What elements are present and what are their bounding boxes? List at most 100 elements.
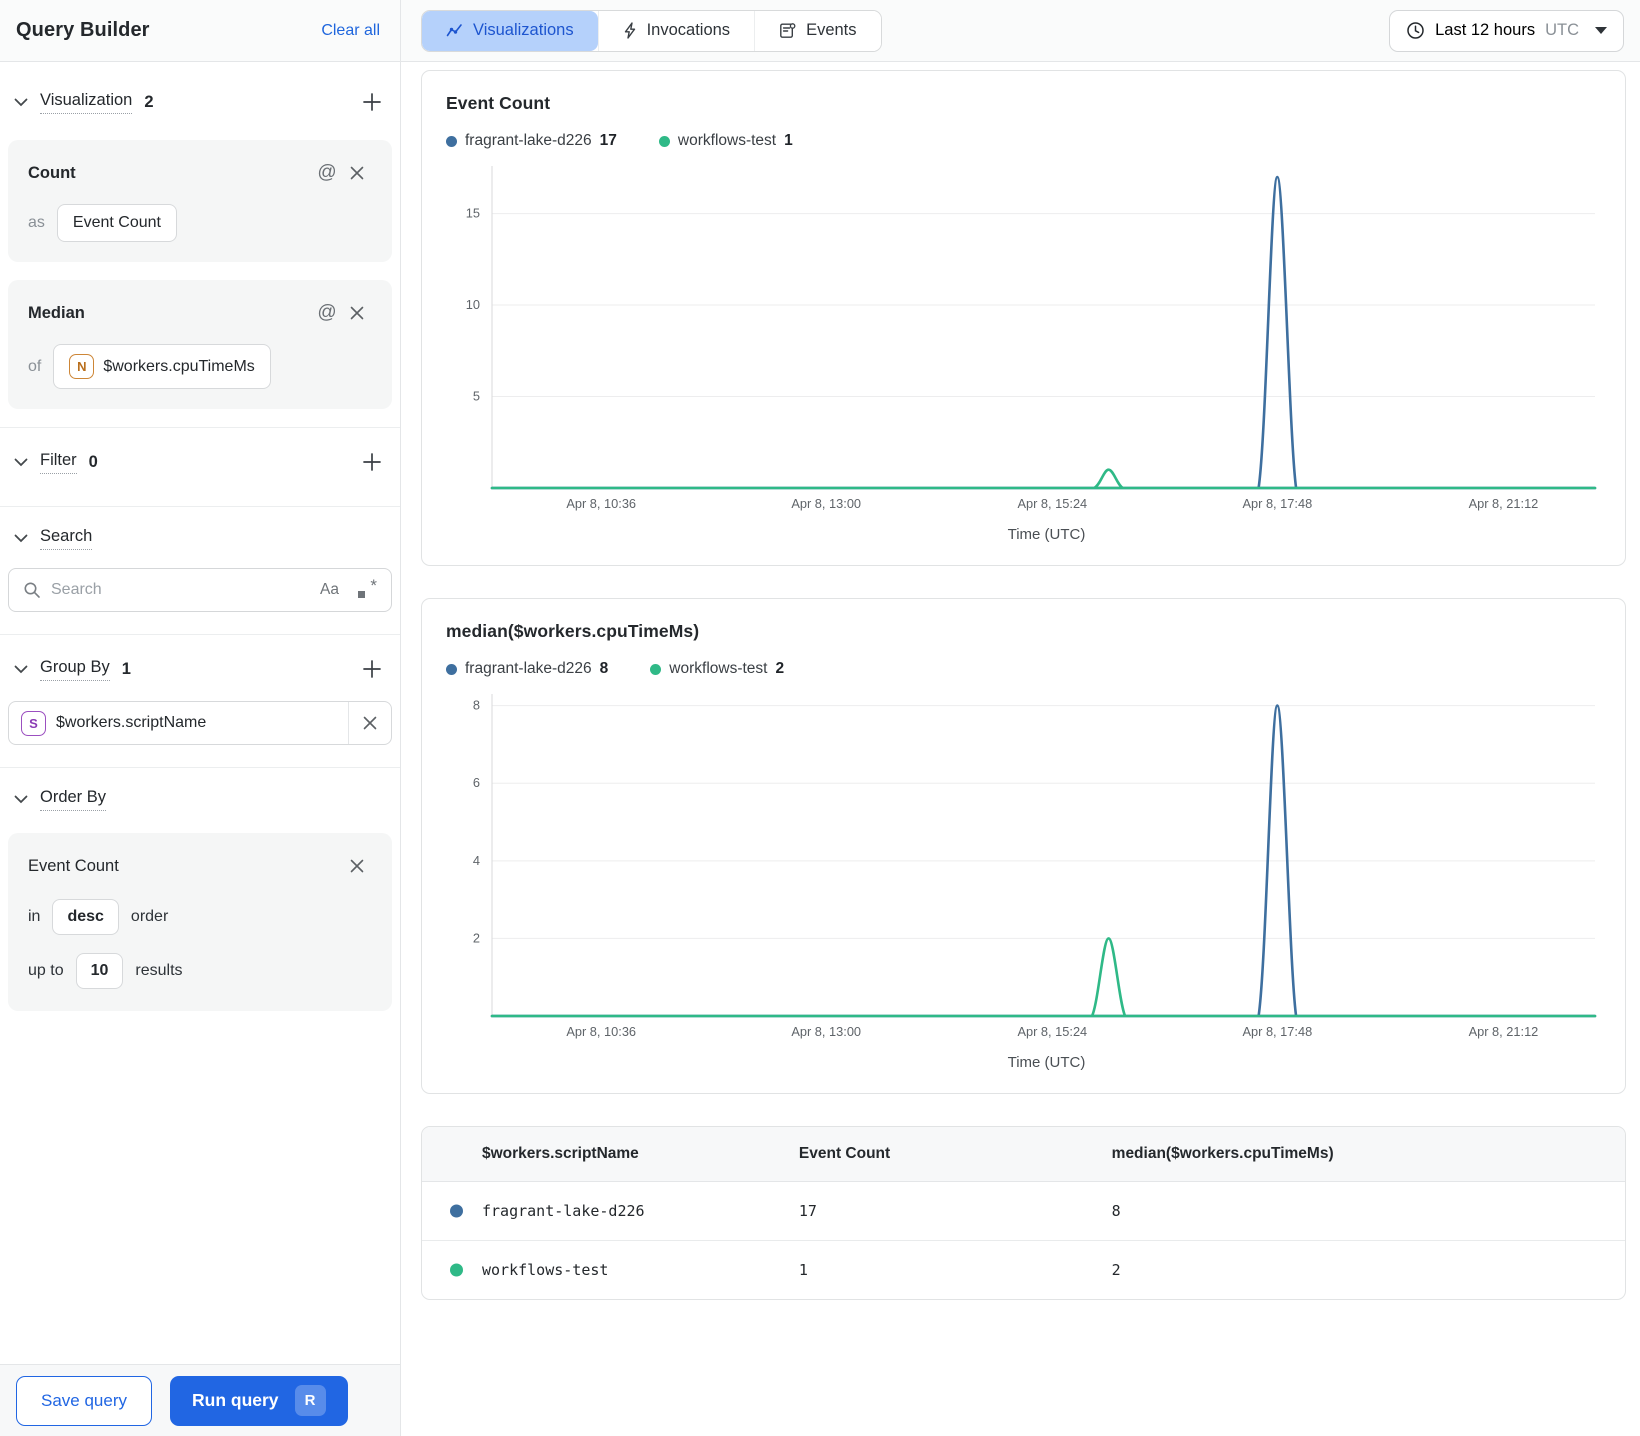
close-icon <box>350 859 364 873</box>
numeric-field-icon: N <box>69 354 95 379</box>
event-count-cell: 1 <box>798 1261 808 1279</box>
median-cputime-plot[interactable]: 2 4 6 8 Apr 8, 10:36 Apr 8, 13:00 Apr 8, 15:24… <box>446 686 1601 1044</box>
chevron-down-icon[interactable] <box>14 795 28 804</box>
save-query-button[interactable]: Save query <box>16 1375 152 1426</box>
visualization-count: 2 <box>144 92 154 111</box>
legend-series-total: 17 <box>599 132 617 149</box>
tab-label: Events <box>806 21 857 39</box>
add-filter-button[interactable] <box>358 448 386 476</box>
chevron-down-icon[interactable] <box>14 458 28 467</box>
legend-series-name: workflows-test <box>669 660 768 677</box>
search-section-label: Search <box>40 527 93 550</box>
median-cell: 8 <box>1095 1181 1625 1241</box>
legend-item-workflows-test[interactable]: workflows-test 1 <box>658 132 793 150</box>
median-field-value: $workers.cpuTimeMs <box>103 357 255 375</box>
clear-all-button[interactable]: Clear all <box>321 22 380 40</box>
svg-text:10: 10 <box>466 297 480 312</box>
visualization-section-header: Visualization 2 <box>8 62 392 130</box>
legend-series-name: fragrant-lake-d226 <box>465 132 592 149</box>
run-query-button[interactable]: Run query R <box>170 1375 348 1426</box>
svg-text:Apr 8, 10:36: Apr 8, 10:36 <box>566 496 636 511</box>
order-label: order <box>130 908 169 925</box>
tab-invocations[interactable]: Invocations <box>597 10 755 51</box>
mention-button[interactable]: @ <box>312 158 342 188</box>
plus-icon <box>363 93 381 111</box>
remove-order-by-button[interactable] <box>342 851 372 881</box>
table-row[interactable]: workflows-test 1 2 <box>422 1241 1625 1300</box>
column-header-event-count: Event Count <box>782 1127 1096 1182</box>
legend-series-total: 8 <box>599 660 609 677</box>
chevron-down-icon[interactable] <box>14 98 28 107</box>
script-name: fragrant-lake-d226 <box>482 1202 645 1220</box>
svg-text:Apr 8, 13:00: Apr 8, 13:00 <box>791 496 861 511</box>
sidebar-footer: Save query Run query R <box>0 1364 400 1436</box>
search-input[interactable] <box>51 581 321 599</box>
table-header-row: $workers.scriptName Event Count median($… <box>422 1127 1625 1182</box>
as-label: as <box>28 214 45 231</box>
group-by-item[interactable]: S $workers.scriptName <box>8 701 392 745</box>
tab-visualizations[interactable]: Visualizations <box>422 10 598 51</box>
line-chart-icon <box>446 24 462 37</box>
group-by-section-header: Group By 1 <box>8 635 392 697</box>
main-header: Visualizations Invocations Events Last 1… <box>401 0 1640 62</box>
remove-group-by-button[interactable] <box>349 716 391 730</box>
regex-icon[interactable]: * <box>357 576 377 600</box>
visualization-card-title: Median <box>28 303 85 322</box>
svg-text:Apr 8, 21:12: Apr 8, 21:12 <box>1469 1024 1539 1039</box>
sidebar-body: Visualization 2 Count @ as Event Count M… <box>0 62 400 1364</box>
search-box: Aa * <box>8 568 392 612</box>
visualization-card-title: Count <box>28 163 76 182</box>
time-range-selector[interactable]: Last 12 hours UTC <box>1389 9 1624 52</box>
sidebar-header: Query Builder Clear all <box>0 0 400 62</box>
chart-legend: fragrant-lake-d226 17 workflows-test 1 <box>446 132 1601 150</box>
results-table: $workers.scriptName Event Count median($… <box>422 1127 1625 1299</box>
svg-text:6: 6 <box>473 775 480 790</box>
order-by-section-label: Order By <box>40 788 107 811</box>
group-by-field-value: $workers.scriptName <box>56 714 207 731</box>
add-visualization-button[interactable] <box>358 88 386 116</box>
add-group-by-button[interactable] <box>358 655 386 683</box>
visualization-alias-field[interactable]: Event Count <box>56 204 177 242</box>
table-row[interactable]: fragrant-lake-d226 17 8 <box>422 1181 1625 1241</box>
svg-text:2: 2 <box>473 930 480 945</box>
legend-item-workflows-test[interactable]: workflows-test 2 <box>650 660 784 678</box>
remove-visualization-button[interactable] <box>342 158 372 188</box>
visualization-card-count: Count @ as Event Count <box>8 140 392 262</box>
x-axis-title: Time (UTC) <box>1007 1054 1086 1071</box>
event-count-plot[interactable]: 5 10 15 Apr 8, 10:36 Apr 8, 13:00 Apr 8, 15:2… <box>446 158 1601 516</box>
query-builder-sidebar: Query Builder Clear all Visualization 2 … <box>0 0 401 1436</box>
filter-count: 0 <box>88 452 98 471</box>
in-label: in <box>28 908 41 925</box>
main-body: Event Count fragrant-lake-d226 17 workfl… <box>401 62 1640 1436</box>
svg-text:5: 5 <box>473 389 480 404</box>
series-dot <box>450 1263 463 1277</box>
legend-item-fragrant-lake[interactable]: fragrant-lake-d226 8 <box>446 660 608 678</box>
result-limit-field[interactable]: 10 <box>75 953 124 989</box>
close-icon <box>350 306 364 320</box>
script-name-cell: workflows-test <box>422 1241 783 1300</box>
legend-item-fragrant-lake[interactable]: fragrant-lake-d226 17 <box>446 132 617 150</box>
group-by-section-label: Group By <box>40 658 110 681</box>
filter-section-header: Filter 0 <box>8 428 392 490</box>
legend-series-name: fragrant-lake-d226 <box>465 660 592 677</box>
chevron-down-icon[interactable] <box>14 534 28 543</box>
match-case-icon[interactable]: Aa <box>320 581 339 599</box>
script-name: workflows-test <box>482 1261 609 1279</box>
query-builder-app: Query Builder Clear all Visualization 2 … <box>0 0 1640 1436</box>
tab-events[interactable]: Events <box>754 10 881 51</box>
svg-text:15: 15 <box>466 206 480 221</box>
legend-series-total: 1 <box>784 132 793 149</box>
group-by-count: 1 <box>121 659 131 678</box>
script-name-cell: fragrant-lake-d226 <box>422 1181 783 1241</box>
svg-text:Apr 8, 17:48: Apr 8, 17:48 <box>1242 496 1312 511</box>
caret-down-icon <box>1595 27 1607 34</box>
results-table-card: $workers.scriptName Event Count median($… <box>421 1126 1626 1300</box>
visualization-section-label: Visualization <box>40 91 133 114</box>
mention-button[interactable]: @ <box>312 298 342 328</box>
remove-visualization-button[interactable] <box>342 298 372 328</box>
median-field-selector[interactable]: N $workers.cpuTimeMs <box>53 344 271 389</box>
sort-direction-selector[interactable]: desc <box>52 899 119 935</box>
tab-label: Invocations <box>646 21 731 39</box>
chevron-down-icon[interactable] <box>14 665 28 674</box>
series-dot <box>450 1204 463 1218</box>
